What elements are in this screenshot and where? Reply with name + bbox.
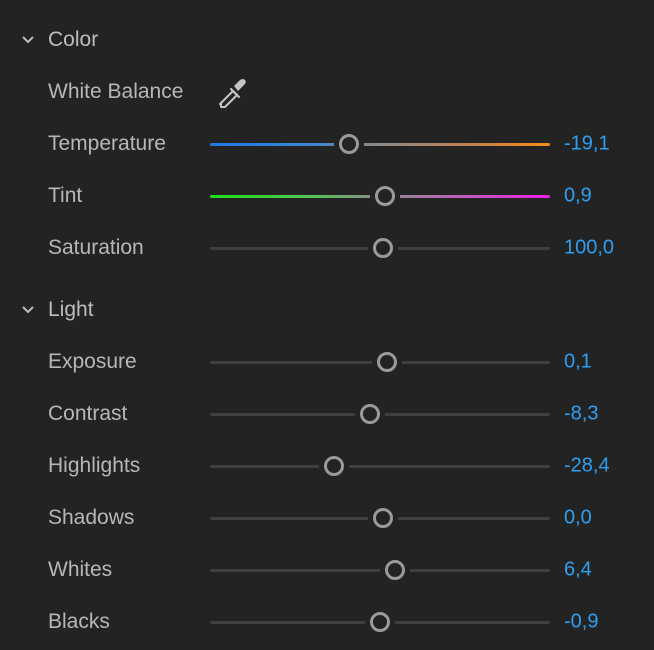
section-title-color: Color: [48, 28, 99, 51]
exposure-value[interactable]: 0,1: [564, 351, 592, 374]
slider-row-saturation: Saturation 100,0: [0, 231, 654, 265]
slider-row-whites: Whites 6,4: [0, 553, 654, 587]
slider-row-tint: Tint 0,9: [0, 179, 654, 213]
saturation-slider-thumb[interactable]: [373, 238, 394, 258]
highlights-slider-track[interactable]: [210, 465, 550, 468]
section-title-light: Light: [48, 298, 94, 321]
white-balance-row: White Balance: [0, 75, 654, 109]
section-header-light[interactable]: Light: [0, 295, 654, 325]
white-balance-label: White Balance: [48, 80, 184, 103]
section-header-color[interactable]: Color: [0, 25, 654, 55]
eyedropper-icon[interactable]: [215, 75, 249, 109]
contrast-label: Contrast: [48, 402, 128, 425]
slider-row-contrast: Contrast -8,3: [0, 397, 654, 431]
slider-row-exposure: Exposure 0,1: [0, 345, 654, 379]
highlights-value[interactable]: -28,4: [564, 455, 610, 478]
highlights-label: Highlights: [48, 454, 141, 477]
chevron-down-icon[interactable]: [21, 33, 35, 47]
temperature-label: Temperature: [48, 132, 166, 155]
exposure-label: Exposure: [48, 350, 137, 373]
saturation-value[interactable]: 100,0: [564, 237, 614, 260]
whites-slider-thumb[interactable]: [385, 560, 406, 580]
blacks-value[interactable]: -0,9: [564, 611, 598, 634]
temperature-slider-thumb[interactable]: [339, 134, 360, 154]
tint-value[interactable]: 0,9: [564, 185, 592, 208]
exposure-slider-thumb[interactable]: [376, 352, 397, 372]
temperature-value[interactable]: -19,1: [564, 133, 610, 156]
shadows-value[interactable]: 0,0: [564, 507, 592, 530]
tint-label: Tint: [48, 184, 83, 207]
saturation-label: Saturation: [48, 236, 144, 259]
blacks-slider-thumb[interactable]: [370, 612, 390, 632]
contrast-value[interactable]: -8,3: [564, 403, 598, 426]
contrast-slider-thumb[interactable]: [359, 404, 380, 424]
highlights-slider-thumb[interactable]: [324, 456, 345, 476]
blacks-label: Blacks: [48, 610, 110, 633]
chevron-down-icon[interactable]: [21, 303, 35, 317]
whites-value[interactable]: 6,4: [564, 559, 592, 582]
temperature-slider-track[interactable]: [210, 143, 550, 146]
slider-row-shadows: Shadows 0,0: [0, 501, 654, 535]
shadows-slider-thumb[interactable]: [373, 508, 394, 528]
shadows-label: Shadows: [48, 506, 135, 529]
whites-label: Whites: [48, 558, 113, 581]
slider-row-blacks: Blacks -0,9: [0, 605, 654, 639]
slider-row-temperature: Temperature -19,1: [0, 127, 654, 161]
slider-row-highlights: Highlights -28,4: [0, 449, 654, 483]
tint-slider-thumb[interactable]: [375, 186, 396, 206]
